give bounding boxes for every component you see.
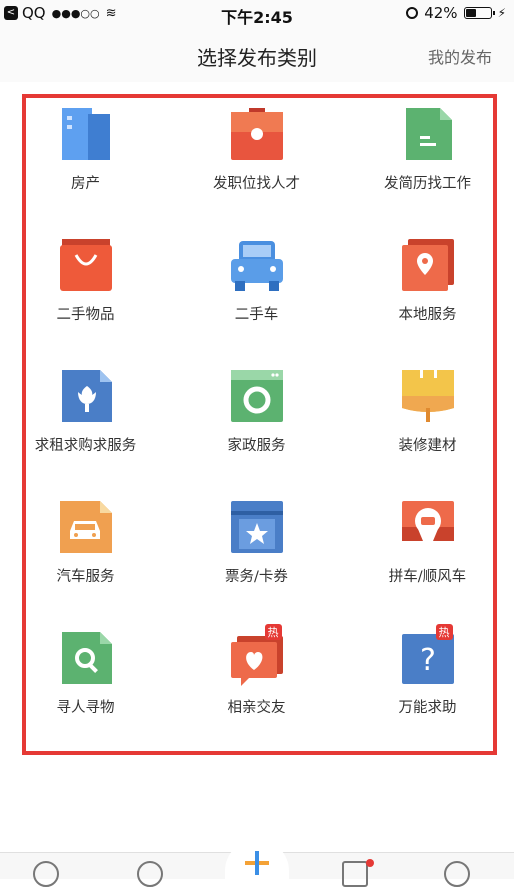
my-posts-button[interactable]: 我的发布 [428,44,492,68]
rotation-lock-icon [406,7,419,19]
status-bar: < QQ ●●●○○ ≋ 下午2:45 42% ⚡ [0,0,514,28]
highlight-frame [22,94,497,755]
status-right: 42% ⚡ [406,4,506,22]
battery-icon [463,7,495,19]
unread-dot [366,859,374,867]
tab-publish-button[interactable] [225,839,289,879]
charging-icon: ⚡ [497,6,506,20]
battery-fill [465,9,476,17]
tab-home-icon[interactable] [33,861,59,887]
tab-discover-icon[interactable] [137,861,163,887]
plus-icon-v [255,851,259,875]
tab-messages-icon[interactable] [342,861,368,887]
nav-header: 选择发布类别 我的发布 [0,28,514,82]
tab-profile-icon[interactable] [444,861,470,887]
battery-percent: 42% [424,4,458,22]
bottom-tab-bar [0,839,514,887]
